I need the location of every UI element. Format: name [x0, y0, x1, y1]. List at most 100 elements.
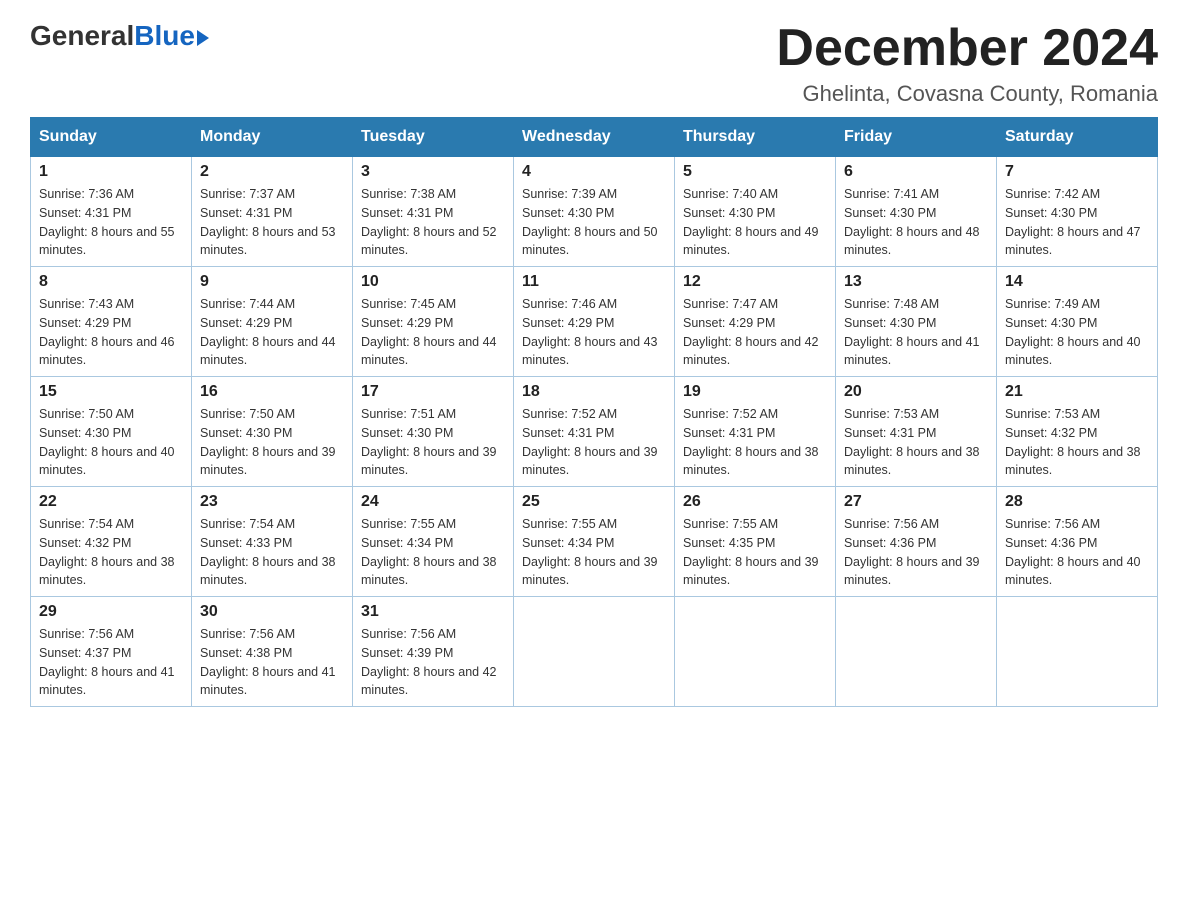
day-info: Sunrise: 7:39 AMSunset: 4:30 PMDaylight:…: [522, 185, 666, 260]
calendar-table: SundayMondayTuesdayWednesdayThursdayFrid…: [30, 117, 1158, 707]
weekday-header-sunday: Sunday: [31, 118, 192, 157]
day-number: 21: [1005, 383, 1149, 401]
day-info: Sunrise: 7:54 AMSunset: 4:32 PMDaylight:…: [39, 515, 183, 590]
calendar-cell: 27Sunrise: 7:56 AMSunset: 4:36 PMDayligh…: [836, 487, 997, 597]
day-number: 11: [522, 273, 666, 291]
weekday-header-wednesday: Wednesday: [514, 118, 675, 157]
logo: General Blue: [30, 20, 209, 52]
page-header: General Blue December 2024 Ghelinta, Cov…: [30, 20, 1158, 107]
calendar-cell: 20 Sunrise: 7:53 AMSunset: 4:31 PMDayligh…: [836, 377, 997, 487]
day-info: Sunrise: 7:51 AMSunset: 4:30 PMDaylight:…: [361, 405, 505, 480]
calendar-cell: 13Sunrise: 7:48 AMSunset: 4:30 PMDayligh…: [836, 267, 997, 377]
day-number: 28: [1005, 493, 1149, 511]
calendar-week-row: 1Sunrise: 7:36 AMSunset: 4:31 PMDaylight…: [31, 157, 1158, 267]
day-info: Sunrise: 7:55 AMSunset: 4:35 PMDaylight:…: [683, 515, 827, 590]
month-title: December 2024: [776, 20, 1158, 77]
day-number: 17: [361, 383, 505, 401]
day-number: 29: [39, 603, 183, 621]
calendar-week-row: 22 Sunrise: 7:54 AMSunset: 4:32 PMDayligh…: [31, 487, 1158, 597]
day-info: Sunrise: 7:52 AMSunset: 4:31 PMDaylight:…: [522, 405, 666, 480]
calendar-cell: 31Sunrise: 7:56 AMSunset: 4:39 PMDayligh…: [353, 597, 514, 707]
day-info: Sunrise: 7:46 AMSunset: 4:29 PMDaylight:…: [522, 295, 666, 370]
day-number: 18: [522, 383, 666, 401]
calendar-cell: 9Sunrise: 7:44 AMSunset: 4:29 PMDaylight…: [192, 267, 353, 377]
day-number: 6: [844, 163, 988, 181]
day-number: 24: [361, 493, 505, 511]
calendar-cell: 16 Sunrise: 7:50 AMSunset: 4:30 PMDayligh…: [192, 377, 353, 487]
calendar-cell: 10Sunrise: 7:45 AMSunset: 4:29 PMDayligh…: [353, 267, 514, 377]
day-info: Sunrise: 7:55 AMSunset: 4:34 PMDaylight:…: [522, 515, 666, 590]
day-number: 26: [683, 493, 827, 511]
calendar-cell: 5 Sunrise: 7:40 AMSunset: 4:30 PMDaylight…: [675, 157, 836, 267]
calendar-week-row: 15Sunrise: 7:50 AMSunset: 4:30 PMDayligh…: [31, 377, 1158, 487]
day-info: Sunrise: 7:56 AMSunset: 4:38 PMDaylight:…: [200, 625, 344, 700]
day-info: Sunrise: 7:47 AMSunset: 4:29 PMDaylight:…: [683, 295, 827, 370]
logo-arrow-icon: [197, 30, 209, 46]
day-number: 3: [361, 163, 505, 181]
calendar-cell: 1Sunrise: 7:36 AMSunset: 4:31 PMDaylight…: [31, 157, 192, 267]
calendar-cell: [675, 597, 836, 707]
calendar-cell: 29 Sunrise: 7:56 AMSunset: 4:37 PMDayligh…: [31, 597, 192, 707]
weekday-header-tuesday: Tuesday: [353, 118, 514, 157]
day-number: 25: [522, 493, 666, 511]
calendar-cell: 19 Sunrise: 7:52 AMSunset: 4:31 PMDayligh…: [675, 377, 836, 487]
day-number: 5: [683, 163, 827, 181]
calendar-cell: 2 Sunrise: 7:37 AMSunset: 4:31 PMDaylight…: [192, 157, 353, 267]
calendar-cell: 8 Sunrise: 7:43 AMSunset: 4:29 PMDaylight…: [31, 267, 192, 377]
day-info: Sunrise: 7:49 AMSunset: 4:30 PMDaylight:…: [1005, 295, 1149, 370]
day-info: Sunrise: 7:43 AMSunset: 4:29 PMDaylight:…: [39, 295, 183, 370]
calendar-cell: 28 Sunrise: 7:56 AMSunset: 4:36 PMDayligh…: [997, 487, 1158, 597]
day-number: 14: [1005, 273, 1149, 291]
day-info: Sunrise: 7:48 AMSunset: 4:30 PMDaylight:…: [844, 295, 988, 370]
day-info: Sunrise: 7:56 AMSunset: 4:37 PMDaylight:…: [39, 625, 183, 700]
day-number: 31: [361, 603, 505, 621]
calendar-cell: [836, 597, 997, 707]
day-info: Sunrise: 7:50 AMSunset: 4:30 PMDaylight:…: [39, 405, 183, 480]
location-subtitle: Ghelinta, Covasna County, Romania: [776, 81, 1158, 107]
day-number: 8: [39, 273, 183, 291]
calendar-week-row: 29 Sunrise: 7:56 AMSunset: 4:37 PMDayligh…: [31, 597, 1158, 707]
calendar-cell: 21 Sunrise: 7:53 AMSunset: 4:32 PMDayligh…: [997, 377, 1158, 487]
day-info: Sunrise: 7:45 AMSunset: 4:29 PMDaylight:…: [361, 295, 505, 370]
calendar-cell: 3 Sunrise: 7:38 AMSunset: 4:31 PMDaylight…: [353, 157, 514, 267]
calendar-week-row: 8 Sunrise: 7:43 AMSunset: 4:29 PMDaylight…: [31, 267, 1158, 377]
day-number: 16: [200, 383, 344, 401]
day-info: Sunrise: 7:53 AMSunset: 4:32 PMDaylight:…: [1005, 405, 1149, 480]
day-info: Sunrise: 7:37 AMSunset: 4:31 PMDaylight:…: [200, 185, 344, 260]
weekday-header-saturday: Saturday: [997, 118, 1158, 157]
day-number: 22: [39, 493, 183, 511]
calendar-cell: 12Sunrise: 7:47 AMSunset: 4:29 PMDayligh…: [675, 267, 836, 377]
calendar-cell: 7 Sunrise: 7:42 AMSunset: 4:30 PMDaylight…: [997, 157, 1158, 267]
calendar-cell: 14 Sunrise: 7:49 AMSunset: 4:30 PMDayligh…: [997, 267, 1158, 377]
day-info: Sunrise: 7:40 AMSunset: 4:30 PMDaylight:…: [683, 185, 827, 260]
day-info: Sunrise: 7:54 AMSunset: 4:33 PMDaylight:…: [200, 515, 344, 590]
day-number: 30: [200, 603, 344, 621]
calendar-cell: 25 Sunrise: 7:55 AMSunset: 4:34 PMDayligh…: [514, 487, 675, 597]
day-info: Sunrise: 7:42 AMSunset: 4:30 PMDaylight:…: [1005, 185, 1149, 260]
calendar-cell: 4 Sunrise: 7:39 AMSunset: 4:30 PMDaylight…: [514, 157, 675, 267]
calendar-cell: 22 Sunrise: 7:54 AMSunset: 4:32 PMDayligh…: [31, 487, 192, 597]
day-info: Sunrise: 7:56 AMSunset: 4:36 PMDaylight:…: [1005, 515, 1149, 590]
day-info: Sunrise: 7:52 AMSunset: 4:31 PMDaylight:…: [683, 405, 827, 480]
title-section: December 2024 Ghelinta, Covasna County, …: [776, 20, 1158, 107]
day-info: Sunrise: 7:50 AMSunset: 4:30 PMDaylight:…: [200, 405, 344, 480]
weekday-header-monday: Monday: [192, 118, 353, 157]
calendar-cell: 18 Sunrise: 7:52 AMSunset: 4:31 PMDayligh…: [514, 377, 675, 487]
weekday-header-thursday: Thursday: [675, 118, 836, 157]
day-info: Sunrise: 7:55 AMSunset: 4:34 PMDaylight:…: [361, 515, 505, 590]
calendar-cell: 15Sunrise: 7:50 AMSunset: 4:30 PMDayligh…: [31, 377, 192, 487]
day-number: 19: [683, 383, 827, 401]
day-number: 1: [39, 163, 183, 181]
day-number: 20: [844, 383, 988, 401]
weekday-header-row: SundayMondayTuesdayWednesdayThursdayFrid…: [31, 118, 1158, 157]
day-number: 27: [844, 493, 988, 511]
day-info: Sunrise: 7:38 AMSunset: 4:31 PMDaylight:…: [361, 185, 505, 260]
day-number: 7: [1005, 163, 1149, 181]
calendar-cell: [514, 597, 675, 707]
calendar-cell: [997, 597, 1158, 707]
day-number: 9: [200, 273, 344, 291]
day-number: 4: [522, 163, 666, 181]
day-info: Sunrise: 7:53 AMSunset: 4:31 PMDaylight:…: [844, 405, 988, 480]
calendar-cell: 26 Sunrise: 7:55 AMSunset: 4:35 PMDayligh…: [675, 487, 836, 597]
day-number: 2: [200, 163, 344, 181]
